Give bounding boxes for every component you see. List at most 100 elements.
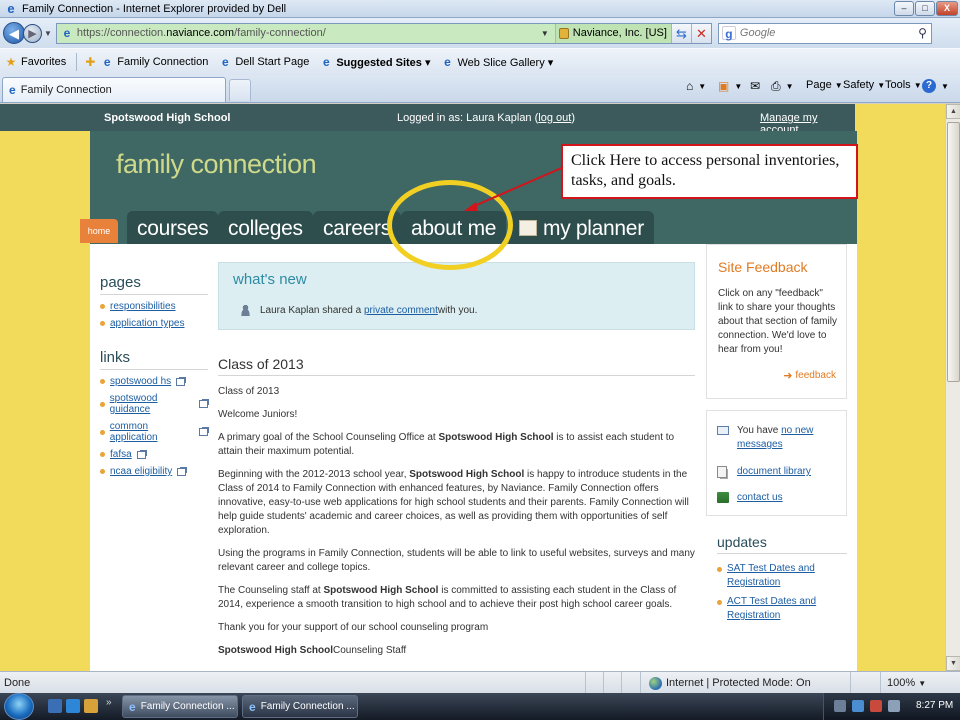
status-bar: Done Internet | Protected Mode: On 100% … bbox=[0, 671, 960, 694]
taskbar-button-family-connection[interactable]: e Family Connection ... bbox=[122, 695, 238, 718]
minimize-button[interactable]: – bbox=[894, 1, 914, 16]
feedback-link[interactable]: ➜ feedback bbox=[783, 369, 836, 382]
favorites-button[interactable]: ★ Favorites bbox=[4, 55, 67, 69]
address-bar[interactable]: e https://connection.naviance.com/family… bbox=[55, 22, 712, 44]
new-window-icon bbox=[136, 450, 146, 459]
taskbar-button-family-connection-2[interactable]: e Family Connection ... bbox=[242, 695, 358, 718]
url-text[interactable]: https://connection.naviance.com/family-c… bbox=[77, 27, 326, 39]
recent-pages-dropdown[interactable]: ▼ bbox=[44, 29, 52, 38]
address-dropdown[interactable]: ▼ bbox=[541, 29, 549, 38]
scroll-thumb[interactable] bbox=[947, 122, 960, 382]
security-zone[interactable]: Internet | Protected Mode: On bbox=[640, 672, 811, 694]
certificate-label: Naviance, Inc. [US] bbox=[572, 27, 667, 39]
fav-family-connection[interactable]: ✚ e Family Connection bbox=[83, 55, 208, 69]
pages-list: responsibilities application types bbox=[100, 301, 208, 329]
article-para: Beginning with the 2012-2013 school year… bbox=[218, 469, 689, 536]
link-common-application[interactable]: common application bbox=[100, 421, 208, 443]
network-icon[interactable] bbox=[852, 700, 864, 712]
updates-panel: updates SAT Test Dates and Registration … bbox=[706, 534, 847, 628]
quicklaunch-overflow-icon[interactable]: » bbox=[106, 697, 112, 708]
forward-button[interactable]: ▶ bbox=[23, 23, 42, 43]
zoom-level[interactable]: 100% ▼ bbox=[880, 672, 926, 694]
nav-home[interactable]: home bbox=[80, 219, 118, 243]
refresh-button[interactable]: ⇆ bbox=[670, 23, 691, 43]
nav-courses[interactable]: courses bbox=[127, 211, 219, 244]
link-ncaa-eligibility[interactable]: ncaa eligibility bbox=[100, 466, 208, 477]
maximize-button[interactable]: □ bbox=[915, 1, 935, 16]
close-button[interactable]: X bbox=[936, 1, 958, 16]
system-tray: 8:27 PM bbox=[823, 693, 960, 720]
safety-menu[interactable]: Safety ▼ bbox=[843, 79, 885, 91]
fav-web-slice-gallery[interactable]: e Web Slice Gallery ▾ bbox=[440, 55, 553, 69]
document-library-row[interactable]: document library bbox=[717, 465, 811, 479]
article-para: Welcome Juniors! bbox=[218, 409, 298, 420]
scroll-up-arrow[interactable]: ▲ bbox=[946, 104, 960, 119]
article-para: Class of 2013 bbox=[218, 386, 280, 397]
fav-ie-icon: e bbox=[222, 55, 229, 69]
private-comment-link[interactable]: private comment bbox=[364, 305, 438, 316]
help-menu[interactable]: ? ▼ bbox=[922, 79, 949, 93]
tab-family-connection[interactable]: e Family Connection bbox=[2, 77, 226, 102]
tray-icon[interactable] bbox=[834, 700, 846, 712]
link-spotswood-hs[interactable]: spotswood hs bbox=[100, 376, 208, 387]
sidebar-item-application-types[interactable]: application types bbox=[100, 318, 208, 329]
show-desktop-icon[interactable] bbox=[48, 699, 62, 713]
stop-button[interactable]: ✕ bbox=[690, 23, 711, 43]
arrow-right-icon: ➜ bbox=[783, 370, 793, 382]
contact-row[interactable]: contact us bbox=[717, 491, 783, 505]
messages-row: You have no new messages bbox=[717, 424, 846, 452]
start-button[interactable] bbox=[4, 693, 34, 720]
security-tray-icon[interactable] bbox=[870, 700, 882, 712]
page-ie-icon: e bbox=[63, 26, 71, 40]
document-icon bbox=[717, 466, 727, 478]
update-sat[interactable]: SAT Test Dates and Registration bbox=[717, 562, 847, 590]
new-window-icon bbox=[177, 467, 187, 476]
contact-us-link[interactable]: contact us bbox=[737, 491, 783, 505]
logout-link[interactable]: log out bbox=[538, 112, 571, 124]
scroll-down-arrow[interactable]: ▼ bbox=[946, 656, 960, 671]
security-report[interactable]: Naviance, Inc. [US] bbox=[554, 23, 671, 43]
back-button[interactable]: ◀ bbox=[3, 22, 25, 44]
main-column: what's new Laura Kaplan shared a private… bbox=[218, 262, 695, 658]
taskbar-clock[interactable]: 8:27 PM bbox=[916, 700, 953, 711]
quicklaunch-ie-icon[interactable] bbox=[66, 699, 80, 713]
new-window-icon bbox=[199, 400, 208, 408]
nav-my-planner[interactable]: my planner bbox=[509, 211, 654, 244]
new-tab-button[interactable] bbox=[229, 79, 251, 101]
updates-title: updates bbox=[717, 534, 847, 554]
feeds-cmd-button[interactable]: ▣ ▼ bbox=[718, 79, 742, 93]
sidebar-item-responsibilities[interactable]: responsibilities bbox=[100, 301, 208, 312]
print-cmd-button[interactable]: ⎙ ▼ bbox=[771, 79, 794, 94]
tools-panel: You have no new messages document librar… bbox=[706, 410, 847, 516]
fav-suggested-sites[interactable]: e Suggested Sites ▾ bbox=[319, 55, 431, 69]
mail-icon: ✉ bbox=[750, 79, 761, 93]
user-icon bbox=[239, 304, 252, 316]
protected-mode-cell[interactable] bbox=[850, 672, 868, 694]
fav-dell-start-page[interactable]: e Dell Start Page bbox=[218, 55, 309, 69]
callout-box: Click Here to access personal inventorie… bbox=[561, 144, 858, 199]
article-para: Thank you for your support of our school… bbox=[218, 622, 489, 633]
mail-cmd-button[interactable]: ✉ bbox=[750, 79, 762, 93]
globe-icon bbox=[649, 676, 662, 690]
tools-menu[interactable]: Tools ▼ bbox=[885, 79, 922, 91]
page-menu[interactable]: Page ▼ bbox=[806, 79, 843, 91]
volume-icon[interactable] bbox=[888, 700, 900, 712]
favorites-star-icon: ★ bbox=[5, 55, 17, 69]
nav-colleges[interactable]: colleges bbox=[218, 211, 313, 244]
feedback-body: Click on any "feedback" link to share yo… bbox=[718, 288, 837, 355]
quicklaunch-folder-icon[interactable] bbox=[84, 699, 98, 713]
update-act[interactable]: ACT Test Dates and Registration bbox=[717, 595, 847, 623]
taskbar-ie-icon: e bbox=[129, 699, 136, 714]
about-me-highlight-circle bbox=[387, 180, 513, 270]
link-fafsa[interactable]: fafsa bbox=[100, 449, 208, 460]
article-para: The Counseling staff at Spotswood High S… bbox=[218, 585, 677, 610]
search-box[interactable]: g Google ⚲ bbox=[717, 22, 932, 44]
document-library-link[interactable]: document library bbox=[737, 465, 811, 479]
link-spotswood-guidance[interactable]: spotswood guidance bbox=[100, 393, 208, 415]
search-input[interactable]: Google bbox=[740, 27, 775, 39]
site-feedback-panel: Site Feedback Click on any "feedback" li… bbox=[706, 244, 847, 399]
page-scrollbar[interactable]: ▲ ▼ bbox=[945, 104, 960, 671]
search-icon[interactable]: ⚲ bbox=[918, 26, 927, 40]
home-cmd-button[interactable]: ⌂ ▼ bbox=[686, 79, 706, 93]
favorites-divider bbox=[76, 53, 78, 71]
